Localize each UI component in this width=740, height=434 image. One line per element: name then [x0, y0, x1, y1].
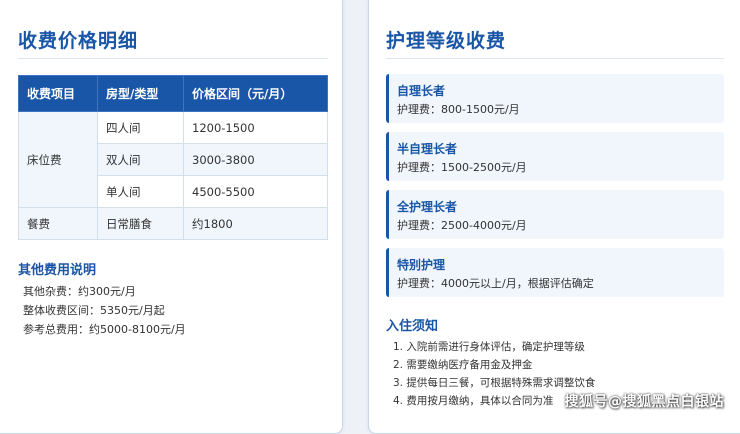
- care-level-name: 全护理长者: [397, 200, 458, 214]
- price-table: 收费项目 房型/类型 价格区间（元/月） 床位费 四人间 1200-1500 双…: [18, 75, 328, 240]
- room-type-cell: 双人间: [97, 143, 184, 176]
- care-level-fee: 护理费：4000元以上/月，根据评估确定: [397, 277, 594, 290]
- price-cell: 1200-1500: [183, 111, 328, 144]
- header-type: 房型/类型: [97, 75, 184, 112]
- notice-item: 3. 提供每日三餐，可根据特殊需求调整饮食: [393, 377, 596, 389]
- notice-title: 入住须知: [386, 319, 439, 334]
- other-fees-title: 其他费用说明: [18, 263, 97, 278]
- source-watermark: 搜狐号@搜狐黑点白银站: [564, 394, 724, 410]
- title-divider: [386, 58, 724, 59]
- room-type-cell: 四人间: [97, 111, 184, 144]
- price-cell: 4500-5500: [183, 175, 328, 208]
- table-row: 床位费 四人间 1200-1500: [18, 111, 328, 208]
- room-type-cell: 单人间: [97, 175, 184, 208]
- table-header-row: 收费项目 房型/类型 价格区间（元/月）: [18, 75, 328, 112]
- price-detail-card: 收费价格明细 收费项目 房型/类型 价格区间（元/月） 床位费 四人间 1200…: [0, 0, 343, 434]
- care-level-name: 自理长者: [397, 84, 446, 98]
- care-level-card: 护理等级收费 自理长者 护理费：800-1500元/月 半自理长者 护理费：15…: [368, 0, 740, 434]
- meal-fee-label: 餐费: [18, 207, 98, 240]
- care-level-title: 护理等级收费: [386, 30, 507, 52]
- care-level-special: 特别护理 护理费：4000元以上/月，根据评估确定: [386, 248, 724, 297]
- header-item: 收费项目: [18, 75, 98, 112]
- bed-fee-label: 床位费: [18, 111, 98, 208]
- other-fee-line: 参考总费用：约5000-8100元/月: [23, 323, 186, 336]
- care-level-fee: 护理费：800-1500元/月: [397, 103, 520, 116]
- price-detail-title: 收费价格明细: [18, 30, 139, 52]
- care-level-fee: 护理费：2500-4000元/月: [397, 219, 527, 232]
- meal-price-cell: 约1800: [183, 207, 328, 240]
- other-fee-line: 整体收费区间：5350元/月起: [23, 304, 165, 317]
- notice-item: 4. 费用按月缴纳，具体以合同为准: [393, 395, 554, 407]
- title-divider: [18, 58, 328, 59]
- care-level-fee: 护理费：1500-2500元/月: [397, 161, 527, 174]
- other-fee-line: 其他杂费：约300元/月: [23, 285, 136, 298]
- header-price: 价格区间（元/月）: [183, 75, 328, 112]
- notice-item: 1. 入院前需进行身体评估，确定护理等级: [393, 341, 585, 353]
- table-row: 餐费 日常膳食 约1800: [18, 207, 328, 240]
- price-cell: 3000-3800: [183, 143, 328, 176]
- care-level-semi: 半自理长者 护理费：1500-2500元/月: [386, 132, 724, 181]
- notice-item: 2. 需要缴纳医疗备用金及押金: [393, 359, 533, 371]
- care-level-name: 半自理长者: [397, 142, 458, 156]
- care-level-full: 全护理长者 护理费：2500-4000元/月: [386, 190, 724, 239]
- care-level-self: 自理长者 护理费：800-1500元/月: [386, 74, 724, 123]
- meal-type-cell: 日常膳食: [97, 207, 184, 240]
- care-level-name: 特别护理: [397, 258, 446, 272]
